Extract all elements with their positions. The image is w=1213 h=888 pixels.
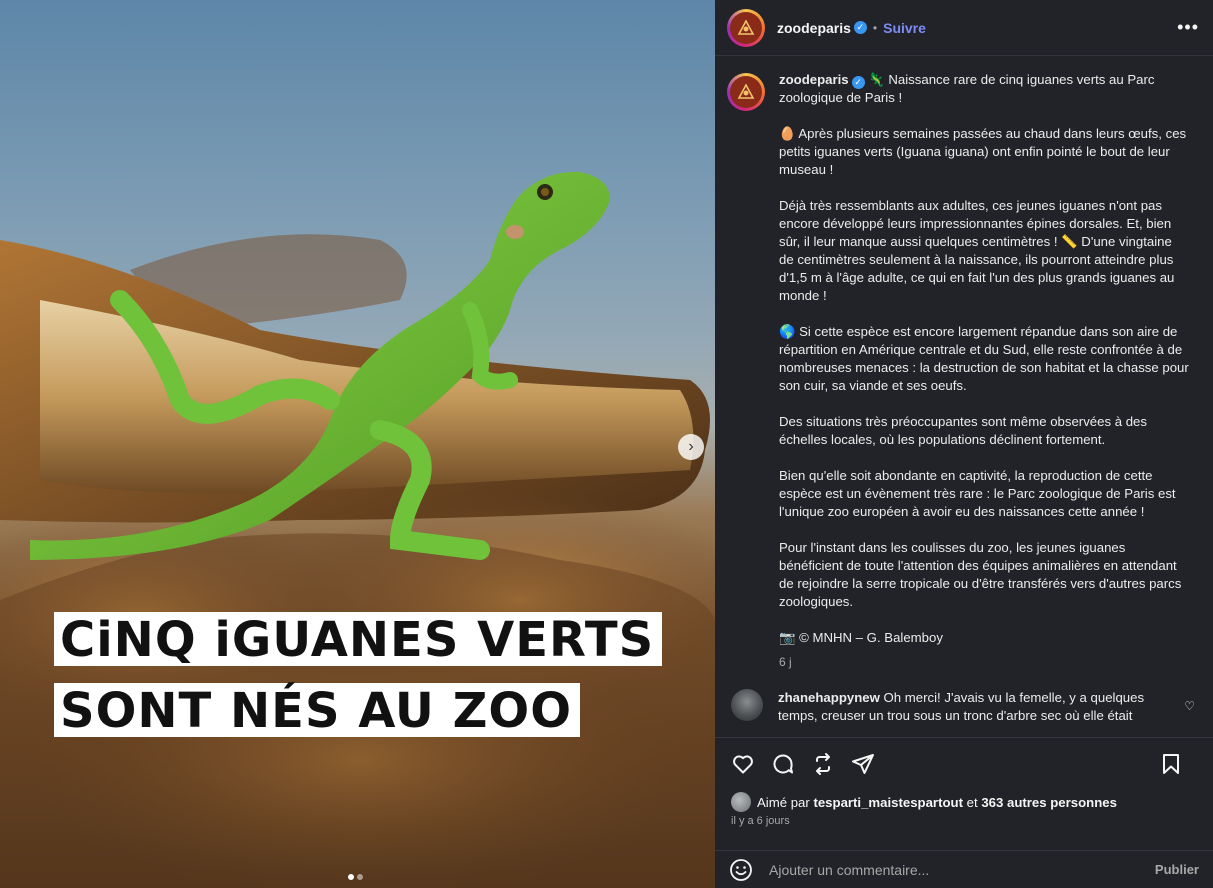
next-slide-button[interactable]: › xyxy=(678,434,704,460)
verified-badge-icon: ✓ xyxy=(851,76,865,89)
carousel-dot xyxy=(357,874,363,880)
more-options-icon[interactable]: ••• xyxy=(1177,18,1199,36)
post-media[interactable]: CiNQ iGUANES VERTS SONT NÉS AU ZOO › xyxy=(0,0,715,888)
post-side-panel: zoodeparis ✓ • Suivre ••• zoodeparis ✓ 🦎 … xyxy=(715,0,1213,888)
zoo-logo-icon xyxy=(730,11,762,44)
caption-paragraph: Déjà très ressemblants aux adultes, ces … xyxy=(779,198,1175,303)
caption-paragraph: Des situations très préoccupantes sont m… xyxy=(779,414,1147,447)
chevron-right-icon: › xyxy=(688,438,694,455)
comment-input[interactable] xyxy=(769,861,1155,878)
caption-paragraph: Pour l'instant dans les coulisses du zoo… xyxy=(779,540,1182,609)
others-likes-link[interactable]: 363 autres personnes xyxy=(981,795,1117,810)
profile-avatar[interactable] xyxy=(727,8,765,47)
caption-paragraph: 🥚 Après plusieurs semaines passées au ch… xyxy=(779,126,1187,177)
action-bar xyxy=(715,737,1213,789)
carousel-indicator xyxy=(348,874,363,880)
liker-username[interactable]: tesparti_maistespartout xyxy=(813,795,963,810)
commenter-avatar[interactable] xyxy=(731,689,763,721)
caption-text: zoodeparis ✓ 🦎 Naissance rare de cinq igu… xyxy=(779,71,1189,671)
liked-by-and: et xyxy=(966,794,978,810)
comment-icon[interactable] xyxy=(771,752,795,776)
post-date[interactable]: il y a 6 jours xyxy=(731,815,790,827)
caption-paragraph: 🌎 Si cette espèce est encore largement r… xyxy=(779,324,1189,393)
heart-icon[interactable] xyxy=(731,752,755,776)
post-header: zoodeparis ✓ • Suivre ••• xyxy=(715,0,1213,56)
header-username[interactable]: zoodeparis xyxy=(777,20,851,36)
repost-icon[interactable] xyxy=(811,752,835,776)
commenter-username[interactable]: zhanehappynew xyxy=(778,690,880,705)
liker-avatar[interactable] xyxy=(731,792,751,812)
follow-button[interactable]: Suivre xyxy=(883,20,926,36)
carousel-dot xyxy=(348,874,354,880)
post-caption: zoodeparis ✓ 🦎 Naissance rare de cinq igu… xyxy=(727,71,1199,671)
post-time[interactable]: 6 j xyxy=(779,653,1189,671)
caption-avatar[interactable] xyxy=(727,73,765,111)
emoji-icon[interactable] xyxy=(729,858,753,882)
verified-badge-icon: ✓ xyxy=(853,21,867,34)
separator-dot: • xyxy=(872,20,878,35)
comment-like-heart-icon[interactable]: ♡ xyxy=(1184,699,1195,713)
zoo-logo-icon xyxy=(730,76,762,108)
liked-by-prefix: Aimé par xyxy=(757,794,810,810)
add-comment-bar: Publier xyxy=(715,850,1213,888)
publish-button[interactable]: Publier xyxy=(1155,862,1199,877)
photo-credit: 📷 © MNHN – G. Balemboy xyxy=(779,630,943,645)
image-caption-line-2: SONT NÉS AU ZOO xyxy=(54,683,581,737)
comment-item: zhanehappynew Oh merci! J'avais vu la fe… xyxy=(727,689,1199,725)
bookmark-icon[interactable] xyxy=(1159,752,1183,776)
likes-summary: Aimé par tesparti_maistespartout et 363 … xyxy=(731,792,1197,812)
share-icon[interactable] xyxy=(851,752,875,776)
iguana-photo xyxy=(0,171,715,888)
caption-username[interactable]: zoodeparis xyxy=(779,72,849,87)
comment-text: zhanehappynew Oh merci! J'avais vu la fe… xyxy=(778,689,1178,725)
image-caption-line-1: CiNQ iGUANES VERTS xyxy=(54,612,663,666)
comments-scroll-area[interactable]: zoodeparis ✓ 🦎 Naissance rare de cinq igu… xyxy=(715,57,1213,737)
caption-paragraph: Bien qu'elle soit abondante en captivité… xyxy=(779,468,1176,519)
